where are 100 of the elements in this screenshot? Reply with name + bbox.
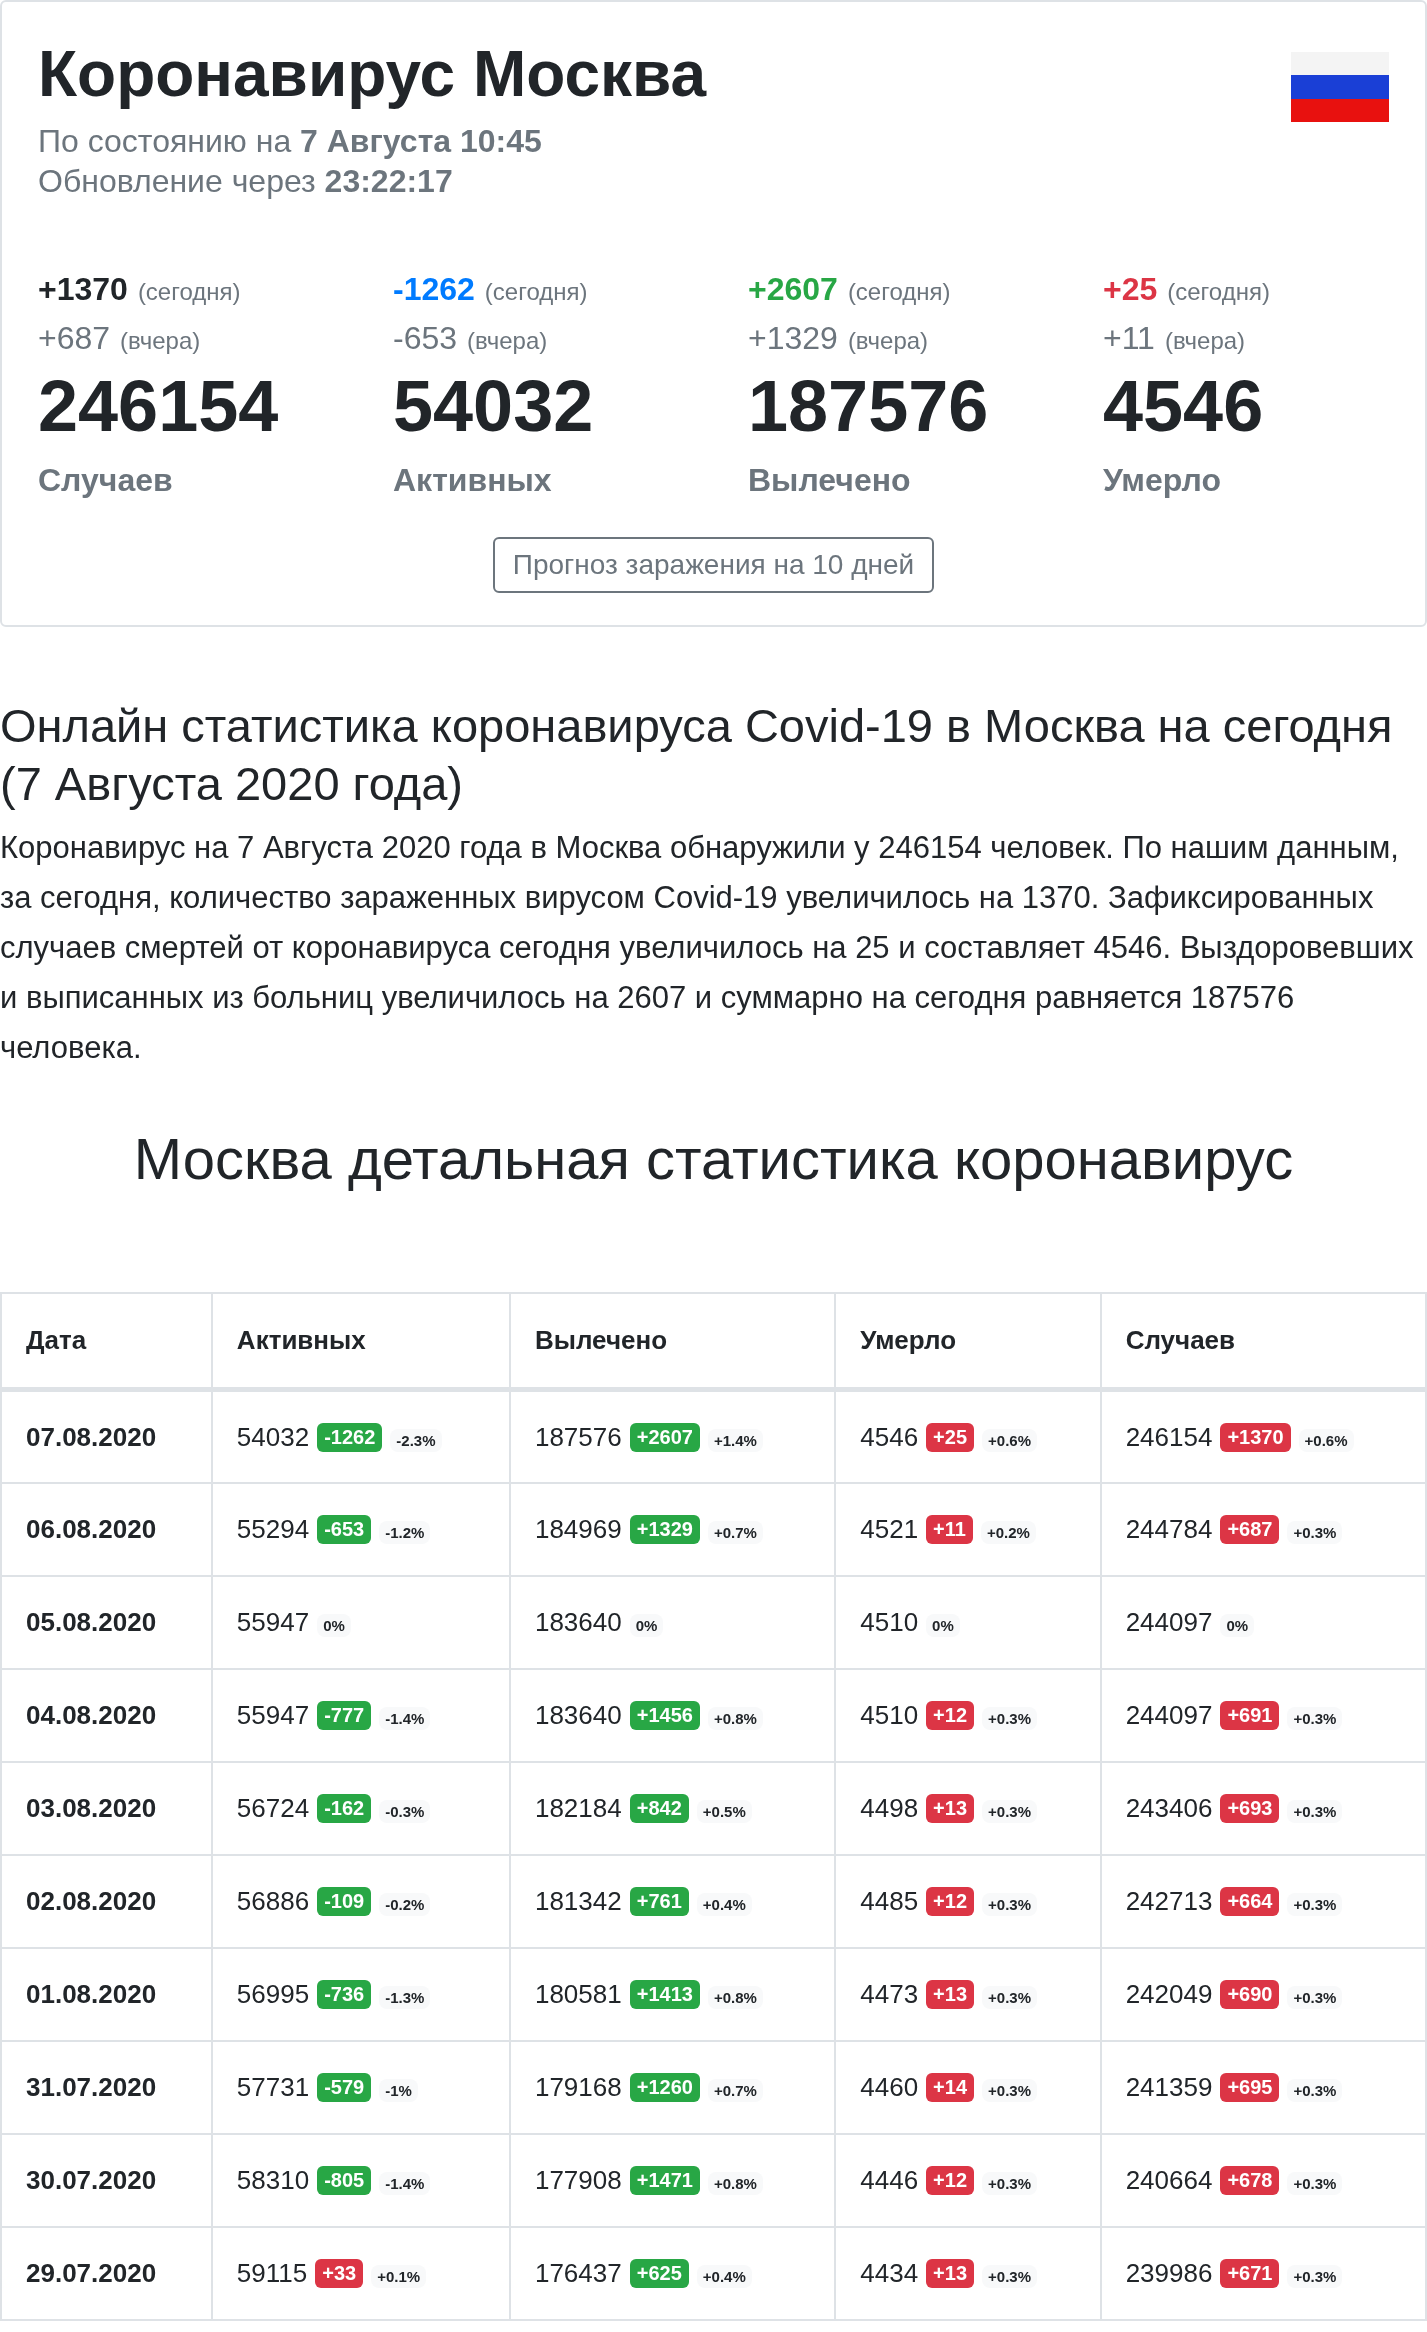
change-badge: +1456: [629, 1701, 700, 1730]
column-header: Случаев: [1100, 1293, 1426, 1390]
table-value: 182184: [534, 1793, 622, 1823]
percent-badge: -1%: [379, 2079, 418, 2102]
percent-badge: +0.8%: [707, 1707, 763, 1730]
percent-badge: +0.3%: [982, 1707, 1037, 1730]
today-label: (сегодня): [484, 277, 588, 306]
table-value: 57731: [236, 2072, 310, 2102]
table-value: 241359: [1125, 2072, 1213, 2102]
article-text: Коронавирус на 7 Августа 2020 года в Москва обнаружили у 246154 человек. По нашим данным, за сегодня, количество зараженных вирусом Covid-19 увеличилось на 1370. Зафиксированных случаев смертей от коронавируса сегодня увеличилось на 25 и составляет 4546. Выздоровевших и выписанных из больниц увеличилось на 2607 и суммарно на сегодня равняется 187576 человека.: [0, 830, 1414, 1065]
page-title: Коронавирус Москва: [38, 37, 707, 112]
percent-badge: +0.3%: [1287, 1893, 1343, 1916]
stat-total: 246154: [38, 365, 279, 446]
percent-badge: +0.3%: [1287, 2172, 1343, 2195]
table-value: 4521: [860, 1514, 919, 1544]
percent-badge: +0.6%: [1298, 1428, 1354, 1452]
table-value: 59115: [236, 2258, 308, 2288]
table-value: 183640: [534, 1607, 622, 1637]
change-badge: +1471: [629, 2166, 700, 2195]
percent-badge: +0.3%: [982, 2172, 1037, 2195]
change-badge: -579: [317, 2073, 372, 2102]
change-badge: +761: [629, 1887, 689, 1916]
percent-badge: +0.4%: [696, 1893, 752, 1916]
table-value: 242049: [1125, 1979, 1213, 2009]
date-cell: 03.08.2020: [1, 1762, 212, 1855]
status-date: По состоянию на 7 Августа 10:45: [38, 122, 542, 159]
percent-badge: +0.3%: [1287, 1521, 1343, 1544]
yesterday-change: -653: [393, 319, 458, 357]
percent-badge: +0.3%: [1287, 1800, 1343, 1823]
change-badge: -653: [317, 1515, 372, 1544]
percent-badge: +0.3%: [982, 2079, 1037, 2102]
percent-badge: +0.7%: [707, 1521, 763, 1544]
percent-badge: -1.3%: [379, 1986, 431, 2009]
percent-badge: +0.3%: [1287, 2079, 1343, 2102]
article-heading: Онлайн статистика коронавируса Covid-19 в Москва на сегодня (7 Августа 2020 года): [0, 699, 1393, 810]
table-value: 181342: [534, 1886, 622, 1916]
yesterday-change: +11: [1103, 319, 1155, 357]
table-value: 54032: [236, 1421, 310, 1452]
change-badge: +13: [926, 2259, 975, 2288]
change-badge: +12: [926, 1701, 975, 1730]
change-badge: +33: [315, 2259, 364, 2288]
percent-badge: +0.3%: [982, 1893, 1037, 1916]
date-cell: 04.08.2020: [1, 1669, 212, 1762]
change-badge: +11: [926, 1515, 973, 1544]
today-label: (сегодня): [1167, 277, 1270, 306]
percent-badge: 0%: [926, 1614, 960, 1637]
today-change: +1370: [38, 270, 128, 308]
stat-total: 54032: [393, 365, 594, 446]
change-badge: -1262: [317, 1422, 383, 1452]
change-badge: +693: [1220, 1794, 1280, 1823]
stat-label: Вылечено: [748, 462, 911, 498]
update-timer: Обновление через 23:22:17: [38, 162, 453, 199]
table-value: 242713: [1125, 1886, 1213, 1916]
yesterday-label: (вчера): [120, 326, 201, 355]
change-badge: -805: [317, 2166, 372, 2195]
change-badge: +1370: [1220, 1422, 1291, 1452]
forecast-button[interactable]: Прогноз заражения на 10 дней: [492, 537, 935, 593]
column-header: Вылечено: [509, 1293, 836, 1390]
today-change: -1262: [393, 270, 475, 308]
table-value: 58310: [236, 2165, 310, 2195]
percent-badge: +0.3%: [982, 1986, 1037, 2009]
table-value: 240664: [1125, 2165, 1213, 2195]
today-label: (сегодня): [847, 277, 951, 306]
change-badge: +690: [1220, 1980, 1280, 2009]
stat-label: Активных: [393, 462, 552, 498]
change-badge: +13: [926, 1794, 975, 1823]
table-value: 187576: [534, 1421, 622, 1452]
percent-badge: +0.5%: [696, 1800, 752, 1823]
change-badge: +691: [1220, 1701, 1280, 1730]
column-header: Активных: [211, 1293, 510, 1390]
change-badge: +687: [1220, 1515, 1280, 1544]
change-badge: -736: [317, 1980, 372, 2009]
change-badge: +671: [1220, 2259, 1280, 2288]
percent-badge: +0.3%: [1287, 1707, 1343, 1730]
table-value: 243406: [1125, 1793, 1213, 1823]
table-value: 239986: [1125, 2258, 1213, 2288]
table-value: 55947: [236, 1700, 310, 1730]
table-value: 4434: [860, 2258, 919, 2288]
date-cell: 30.07.2020: [1, 2134, 212, 2227]
table-value: 246154: [1125, 1421, 1213, 1452]
stat-label: Случаев: [38, 462, 173, 498]
percent-badge: 0%: [317, 1614, 351, 1637]
date-cell: 07.08.2020: [1, 1390, 212, 1483]
table-value: 244097: [1125, 1700, 1213, 1730]
today-change: +25: [1103, 270, 1158, 308]
today-label: (сегодня): [137, 277, 241, 306]
column-header: Умерло: [835, 1293, 1101, 1390]
change-badge: +12: [926, 1887, 975, 1916]
change-badge: -162: [317, 1794, 372, 1823]
table-value: 184969: [534, 1514, 622, 1544]
today-change: +2607: [748, 270, 838, 308]
change-badge: +842: [629, 1794, 689, 1823]
table-value: 4485: [860, 1886, 919, 1916]
change-badge: +2607: [629, 1422, 700, 1452]
date-cell: 01.08.2020: [1, 1948, 212, 2041]
percent-badge: +0.8%: [707, 1986, 763, 2009]
percent-badge: -0.2%: [379, 1893, 431, 1916]
change-badge: +678: [1220, 2166, 1280, 2195]
table-value: 4460: [860, 2072, 919, 2102]
table-value: 4510: [860, 1700, 919, 1730]
